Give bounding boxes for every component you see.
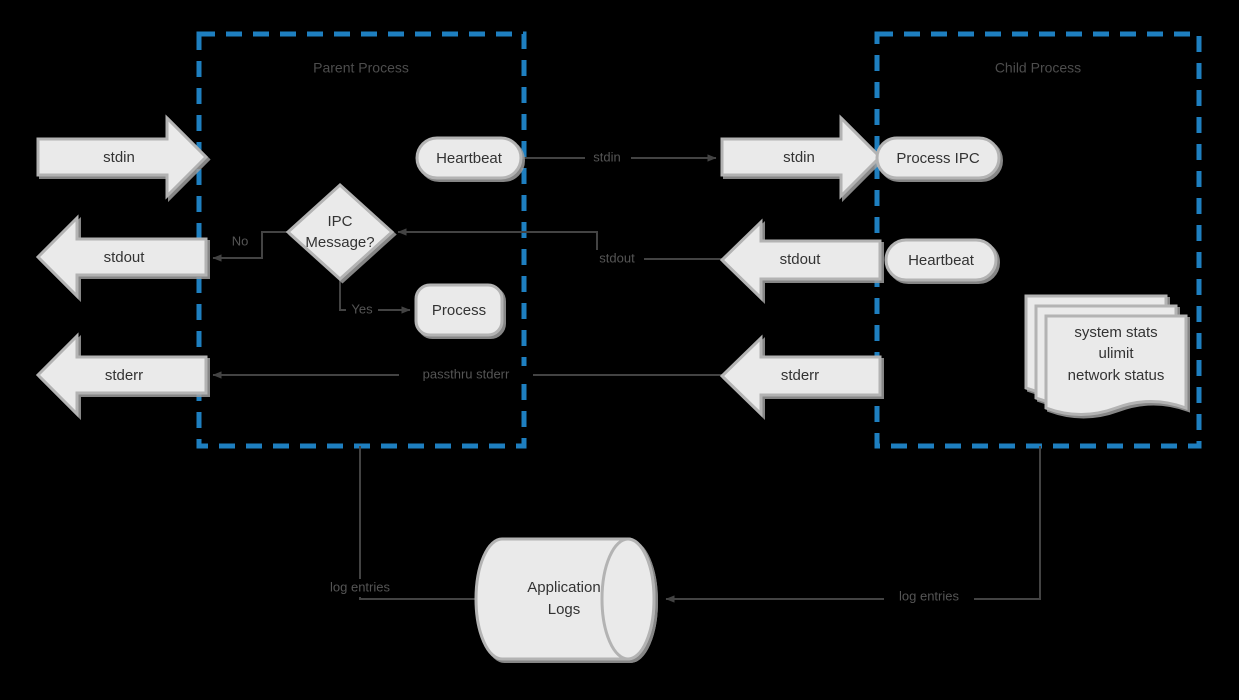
node-child-heartbeat-label: Heartbeat — [908, 252, 975, 269]
edge-label-log-entries-right: log entries — [899, 588, 959, 603]
child-process-title: Child Process — [995, 60, 1081, 76]
node-ipc-message-label-line2: Message? — [305, 234, 374, 251]
node-ipc-message-decision[interactable] — [285, 182, 395, 282]
node-system-docs-stack[interactable]: system stats ulimit network status — [1024, 294, 1188, 416]
edge-parent-to-application-logs — [359, 446, 497, 603]
node-system-docs-line1: system stats — [1074, 324, 1157, 341]
edge-label-no: No — [232, 233, 249, 248]
edge-label-stdin: stdin — [593, 149, 620, 164]
edge-label-passthru-stderr-group: passthru stderr — [399, 366, 533, 384]
edge-label-log-entries-right-group: log entries — [884, 588, 974, 606]
edge-label-log-entries-left: log entries — [330, 579, 390, 594]
node-application-logs-line2: Logs — [548, 601, 581, 618]
node-application-logs[interactable]: Application Logs — [474, 537, 656, 661]
parent-stderr-label: stderr — [105, 367, 143, 384]
parent-stdin-label: stdin — [103, 149, 135, 166]
edge-child-stdout-to-ipc-message — [397, 228, 722, 260]
diagram-canvas: Parent Process Child Process stdin stdou… — [0, 0, 1239, 700]
edge-label-stdout-group: stdout — [590, 250, 644, 268]
node-system-docs-line3: network status — [1068, 367, 1165, 384]
child-stdout-label: stdout — [780, 251, 822, 268]
edge-label-yes-group: Yes — [346, 301, 378, 319]
node-process-label: Process — [432, 302, 486, 319]
edge-label-stdout: stdout — [599, 250, 635, 265]
parent-stdout-label: stdout — [104, 249, 146, 266]
edge-label-yes: Yes — [351, 301, 373, 316]
edge-label-no-group: No — [226, 233, 254, 251]
node-parent-heartbeat-label: Heartbeat — [436, 150, 503, 167]
process-flow-diagram: Parent Process Child Process stdin stdou… — [35, 31, 1202, 661]
child-stdin-label: stdin — [783, 149, 815, 166]
edge-label-stdin-group: stdin — [585, 149, 631, 167]
edge-label-passthru-stderr: passthru stderr — [423, 366, 510, 381]
parent-process-title: Parent Process — [313, 60, 409, 76]
edge-label-log-entries-left-group: log entries — [315, 579, 405, 597]
node-ipc-message-label-line1: IPC — [327, 213, 352, 230]
node-system-docs-line2: ulimit — [1098, 345, 1134, 362]
node-process-ipc-label: Process IPC — [896, 150, 980, 167]
child-stderr-label: stderr — [781, 367, 819, 384]
edge-child-to-application-logs — [665, 446, 1041, 603]
node-application-logs-line1: Application — [527, 579, 600, 596]
